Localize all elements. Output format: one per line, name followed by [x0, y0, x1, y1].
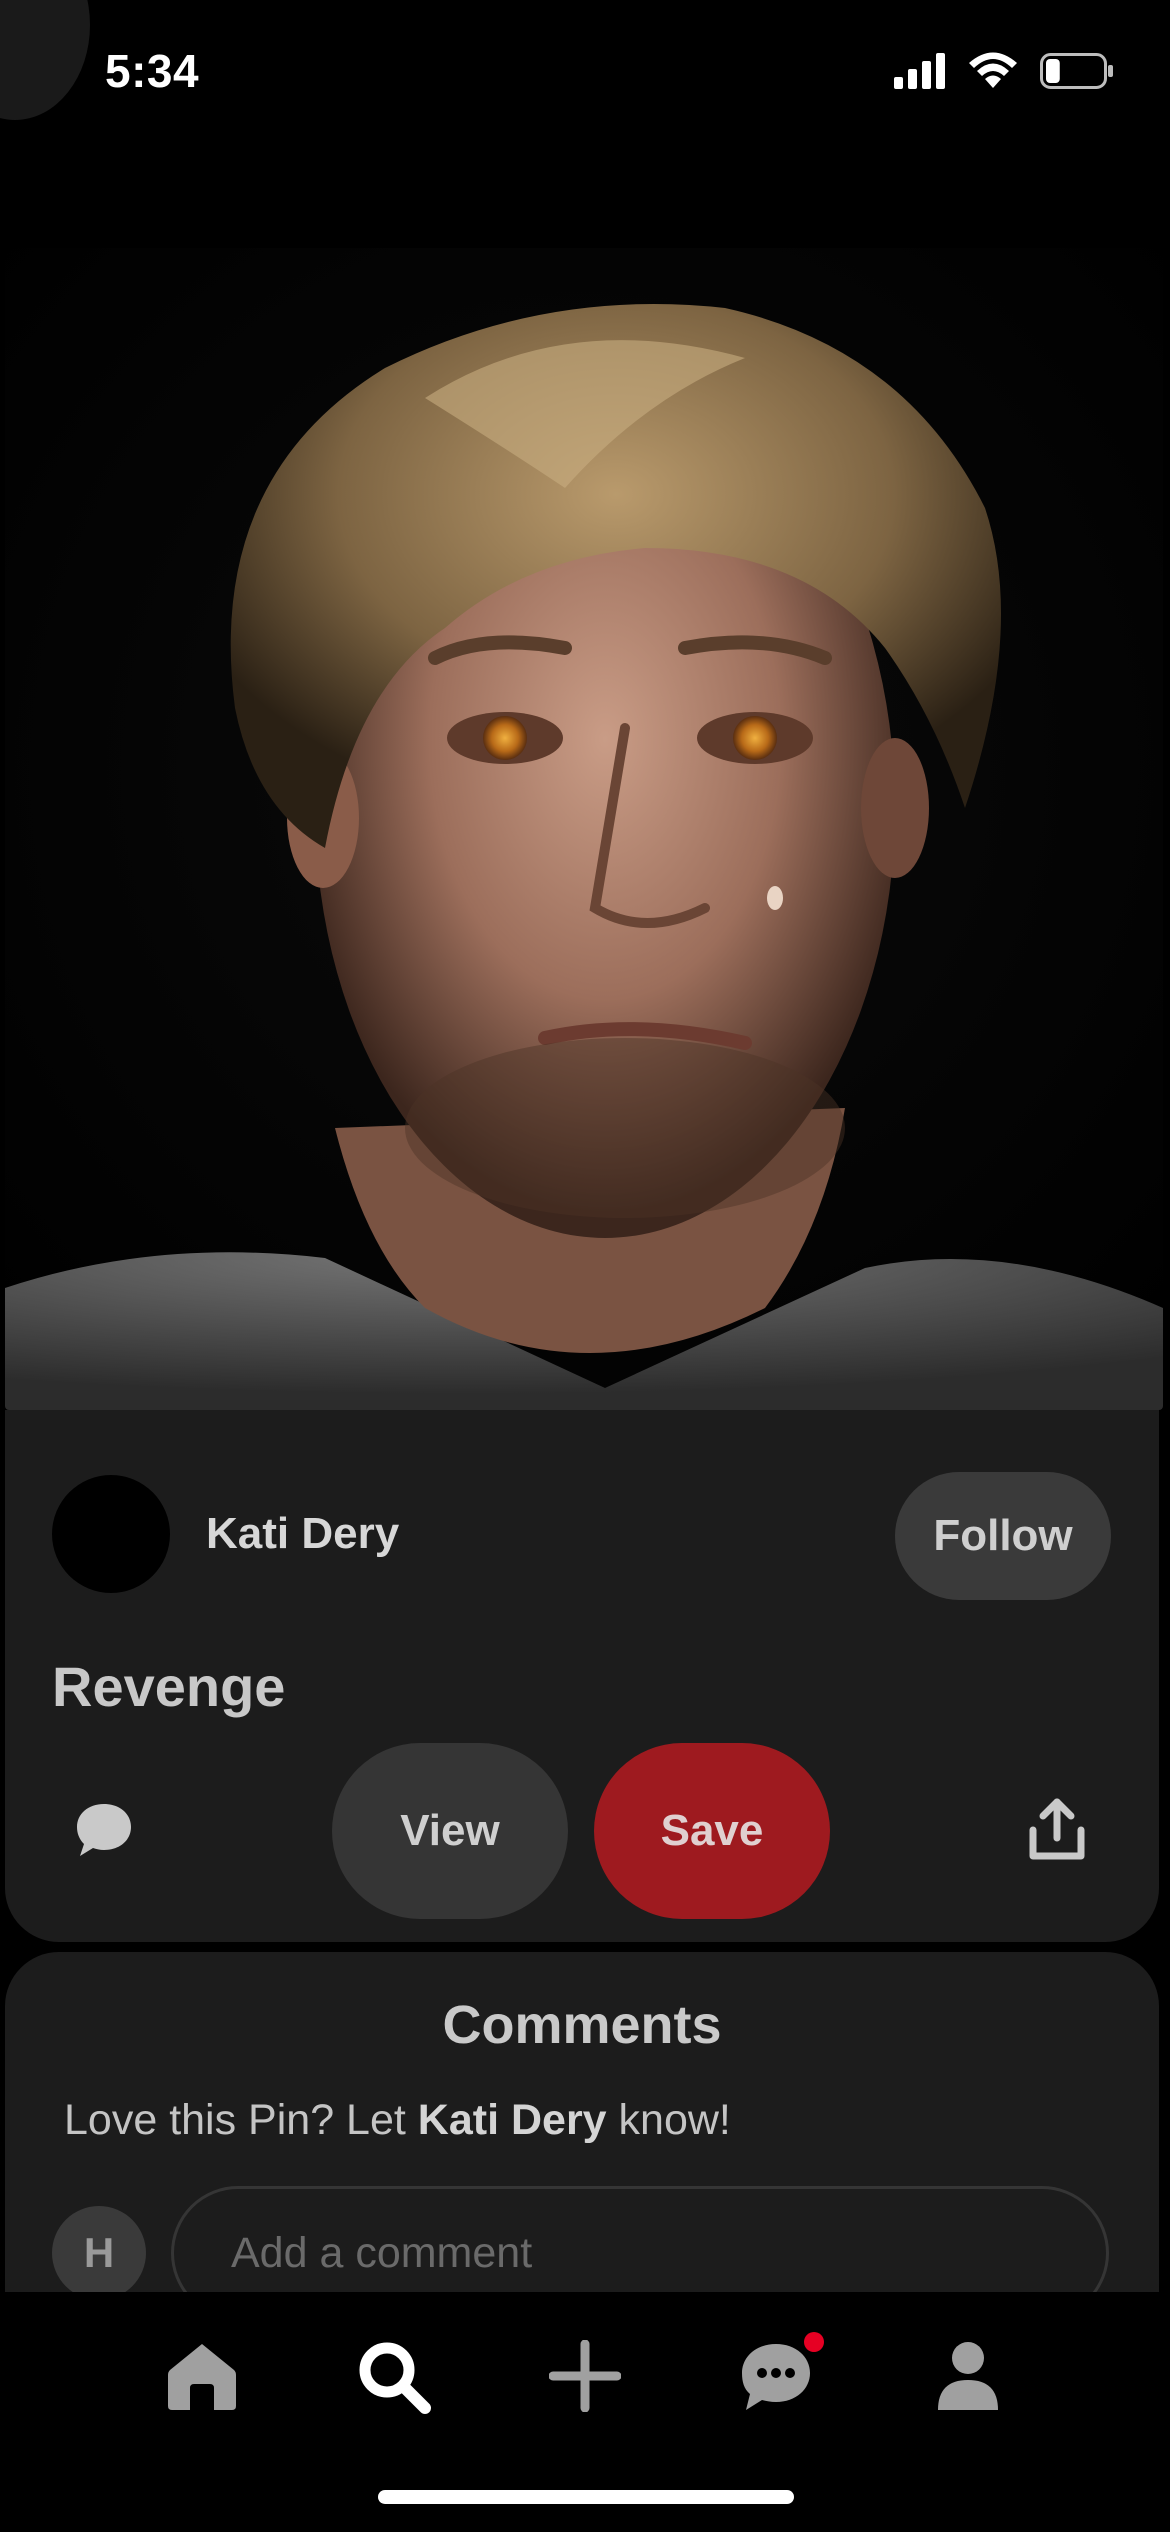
home-icon [168, 2344, 236, 2410]
comments-card: Comments Love this Pin? Let Kati Dery kn… [5, 1952, 1159, 2320]
prompt-suffix: know! [606, 2096, 731, 2144]
pin-title: Revenge [52, 1655, 286, 1718]
plus-icon [549, 2340, 621, 2412]
status-bar: 5:34 [0, 0, 1170, 150]
view-button[interactable]: View [332, 1743, 568, 1919]
nav-profile[interactable] [920, 2328, 1016, 2424]
comment-icon[interactable] [74, 1800, 134, 1860]
search-icon [359, 2342, 431, 2414]
nav-create[interactable] [537, 2328, 633, 2424]
back-button[interactable] [0, 0, 90, 120]
cellular-signal-icon [894, 53, 945, 89]
author-name[interactable]: Kati Dery [206, 1509, 399, 1559]
battery-icon [1040, 53, 1113, 89]
prompt-author-name: Kati Dery [417, 2096, 607, 2144]
nav-search[interactable] [345, 2328, 441, 2424]
comments-title: Comments [442, 1995, 722, 2055]
user-avatar[interactable]: H [52, 2206, 146, 2300]
share-icon[interactable] [1027, 1798, 1087, 1862]
home-indicator[interactable] [378, 2490, 794, 2504]
pin-info-card: Kati Dery Follow Revenge View Save [5, 1410, 1159, 1942]
wifi-icon [969, 52, 1017, 88]
pin-detail-screen: 5:34 Kati Dery Follow Revenge View Save … [0, 0, 1170, 2532]
nav-messages[interactable] [728, 2328, 824, 2424]
author-avatar[interactable] [52, 1475, 170, 1593]
pin-image[interactable] [5, 248, 1163, 1410]
status-time: 5:34 [105, 45, 200, 97]
status-icons [894, 52, 1114, 90]
comments-prompt: Love this Pin? Let Kati Dery know! [64, 2096, 731, 2145]
profile-icon [938, 2342, 998, 2410]
follow-button[interactable]: Follow [895, 1472, 1111, 1600]
nav-home[interactable] [154, 2328, 250, 2424]
save-button[interactable]: Save [594, 1743, 830, 1919]
prompt-prefix: Love this Pin? Let [64, 2096, 418, 2144]
chat-icon [742, 2344, 810, 2410]
notification-dot [804, 2332, 824, 2352]
